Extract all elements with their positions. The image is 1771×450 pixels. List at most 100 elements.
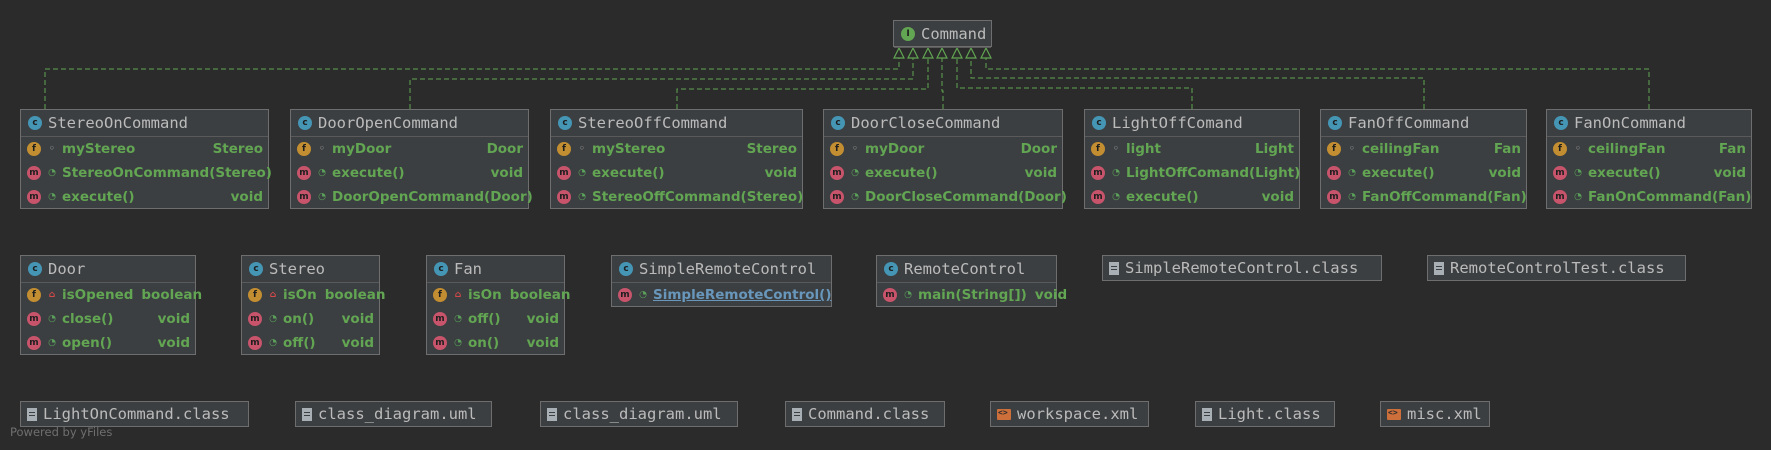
method-row[interactable]: m ◔ off() void [242,331,379,355]
class-file-icon [1202,407,1212,421]
field-row[interactable]: f ◦ myDoor Door [291,137,528,161]
uml-file-icon [302,407,312,421]
file-node[interactable]: workspace.xml [990,401,1149,427]
file-node[interactable]: SimpleRemoteControl.class [1102,255,1382,281]
member-name: FanOffCommand(Fan) [1362,189,1527,205]
class-node-fanoffcommand[interactable]: c FanOffCommand f ◦ ceilingFan Fan m ◔ execute()… [1320,109,1527,209]
member-name: execute() [1126,189,1199,205]
member-name: main(String[]) [918,287,1027,303]
method-row[interactable]: m ◔ close() void [21,307,195,331]
method-row[interactable]: m ◔ SimpleRemoteControl() [612,283,832,307]
public-icon: ◔ [851,168,859,178]
method-row[interactable]: m ◔ execute() void [1321,161,1526,185]
member-name: light [1126,141,1161,157]
class-node-lightoffcomand[interactable]: c LightOffComand f ◦ light Light m ◔ LightOffCom… [1084,109,1300,209]
method-row[interactable]: m ◔ on() void [242,307,379,331]
method-row[interactable]: m ◔ StereoOffCommand(Stereo) [551,185,803,209]
member-type: void [526,335,559,351]
method-row[interactable]: m ◔ execute() void [1547,161,1751,185]
file-node[interactable]: LightOnCommand.class [20,401,249,427]
public-icon: ◔ [454,314,462,324]
command-interface-node[interactable]: I Command [893,20,992,48]
method-row[interactable]: m ◔ execute() void [21,185,268,209]
member-name: myStereo [62,141,136,157]
method-row[interactable]: m ◔ execute() void [824,161,1062,185]
member-type: Stereo [212,141,263,157]
class-node-fanoncommand[interactable]: c FanOnCommand f ◦ ceilingFan Fan m ◔ execute() v… [1546,109,1752,209]
class-node-door[interactable]: c Door f ⌂ isOpened boolean m ◔ close() void m ◔ ope… [20,255,202,355]
class-node-doorclosecommand[interactable]: c DoorCloseCommand f ◦ myDoor Door m ◔ execute()… [823,109,1067,209]
class-name: LightOffComand [1112,114,1243,132]
file-node[interactable]: RemoteControlTest.class [1427,255,1686,281]
member-name: SimpleRemoteControl() [653,287,832,303]
method-row[interactable]: m ◔ on() void [427,331,564,355]
member-type: Fan [1718,141,1746,157]
field-row[interactable]: f ◦ myStereo Stereo [21,137,268,161]
file-name: Light.class [1218,405,1321,423]
method-row[interactable]: m ◔ StereoOnCommand(Stereo) [21,161,272,185]
file-node[interactable]: class_diagram.uml [540,401,738,427]
class-node-simpleremotecontrol[interactable]: c SimpleRemoteControl m ◔ SimpleRemoteContro… [611,255,832,307]
method-row[interactable]: m ◔ main(String[]) void [877,283,1067,307]
method-row[interactable]: m ◔ off() void [427,307,564,331]
package-private-icon: ◦ [49,144,55,154]
member-type: void [157,335,190,351]
class-node-stereooncommand[interactable]: c StereoOnCommand f ◦ myStereo Stereo m ◔ Stereo… [20,109,272,209]
method-row[interactable]: m ◔ DoorCloseCommand(Door) [824,185,1067,209]
realization-edge [676,58,929,109]
field-row[interactable]: f ◦ ceilingFan Fan [1547,137,1751,161]
class-node-stereooffcommand[interactable]: c StereoOffCommand f ◦ myStereo Stereo m ◔ execu… [550,109,803,209]
file-node[interactable]: class_diagram.uml [295,401,492,427]
public-icon: ◔ [48,314,56,324]
class-node-dooropencommand[interactable]: c DoorOpenCommand f ◦ myDoor Door m ◔ execute() v… [290,109,533,209]
method-row[interactable]: m ◔ execute() void [1085,185,1299,209]
member-name: ceilingFan [1588,141,1666,157]
member-type: void [230,189,263,205]
private-lock-icon: ⌂ [454,290,462,300]
public-icon: ◔ [48,192,56,202]
method-icon: m [433,312,447,326]
method-row[interactable]: m ◔ FanOffCommand(Fan) [1321,185,1527,209]
class-name: FanOnCommand [1574,114,1686,132]
member-name: execute() [332,165,405,181]
method-row[interactable]: m ◔ execute() void [291,161,528,185]
method-icon: m [27,166,41,180]
member-name: execute() [865,165,938,181]
method-row[interactable]: m ◔ DoorOpenCommand(Door) [291,185,533,209]
member-type: void [1034,287,1068,303]
field-row[interactable]: f ◦ ceilingFan Fan [1321,137,1526,161]
realization-arrowhead [893,46,905,59]
method-row[interactable]: m ◔ open() void [21,331,195,355]
member-name: DoorOpenCommand(Door) [332,189,533,205]
node-header: c Stereo [242,256,379,283]
field-icon: f [1553,142,1567,156]
public-icon: ◔ [318,192,326,202]
member-type: void [490,165,523,181]
method-row[interactable]: m ◔ LightOffComand(Light) [1085,161,1300,185]
member-name: off() [468,311,501,327]
file-node[interactable]: Light.class [1195,401,1335,427]
member-type: Fan [1493,141,1521,157]
field-row[interactable]: f ◦ myDoor Door [824,137,1062,161]
method-icon: m [1327,190,1341,204]
class-icon: c [298,116,312,130]
class-node-stereo[interactable]: c Stereo f ⌂ isOn boolean m ◔ on() void m ◔ off() voi… [241,255,385,355]
file-node[interactable]: misc.xml [1380,401,1490,427]
field-row[interactable]: f ⌂ isOn boolean [427,283,570,307]
class-node-remotecontrol[interactable]: c RemoteControl m ◔ main(String[]) void [876,255,1067,307]
file-node[interactable]: Command.class [785,401,945,427]
field-row[interactable]: f ◦ myStereo Stereo [551,137,802,161]
member-name: execute() [592,165,665,181]
field-row[interactable]: f ◦ light Light [1085,137,1299,161]
class-node-fan[interactable]: c Fan f ⌂ isOn boolean m ◔ off() void m ◔ on() void [426,255,570,355]
field-row[interactable]: f ⌂ isOn boolean [242,283,385,307]
method-row[interactable]: m ◔ FanOnCommand(Fan) [1547,185,1751,209]
class-file-icon [1434,261,1444,275]
member-name: myDoor [332,141,392,157]
member-name: isOn [283,287,317,303]
field-row[interactable]: f ⌂ isOpened boolean [21,283,202,307]
method-icon: m [830,190,844,204]
method-row[interactable]: m ◔ execute() void [551,161,802,185]
member-type: Light [1255,141,1294,157]
member-name: DoorCloseCommand(Door) [865,189,1067,205]
